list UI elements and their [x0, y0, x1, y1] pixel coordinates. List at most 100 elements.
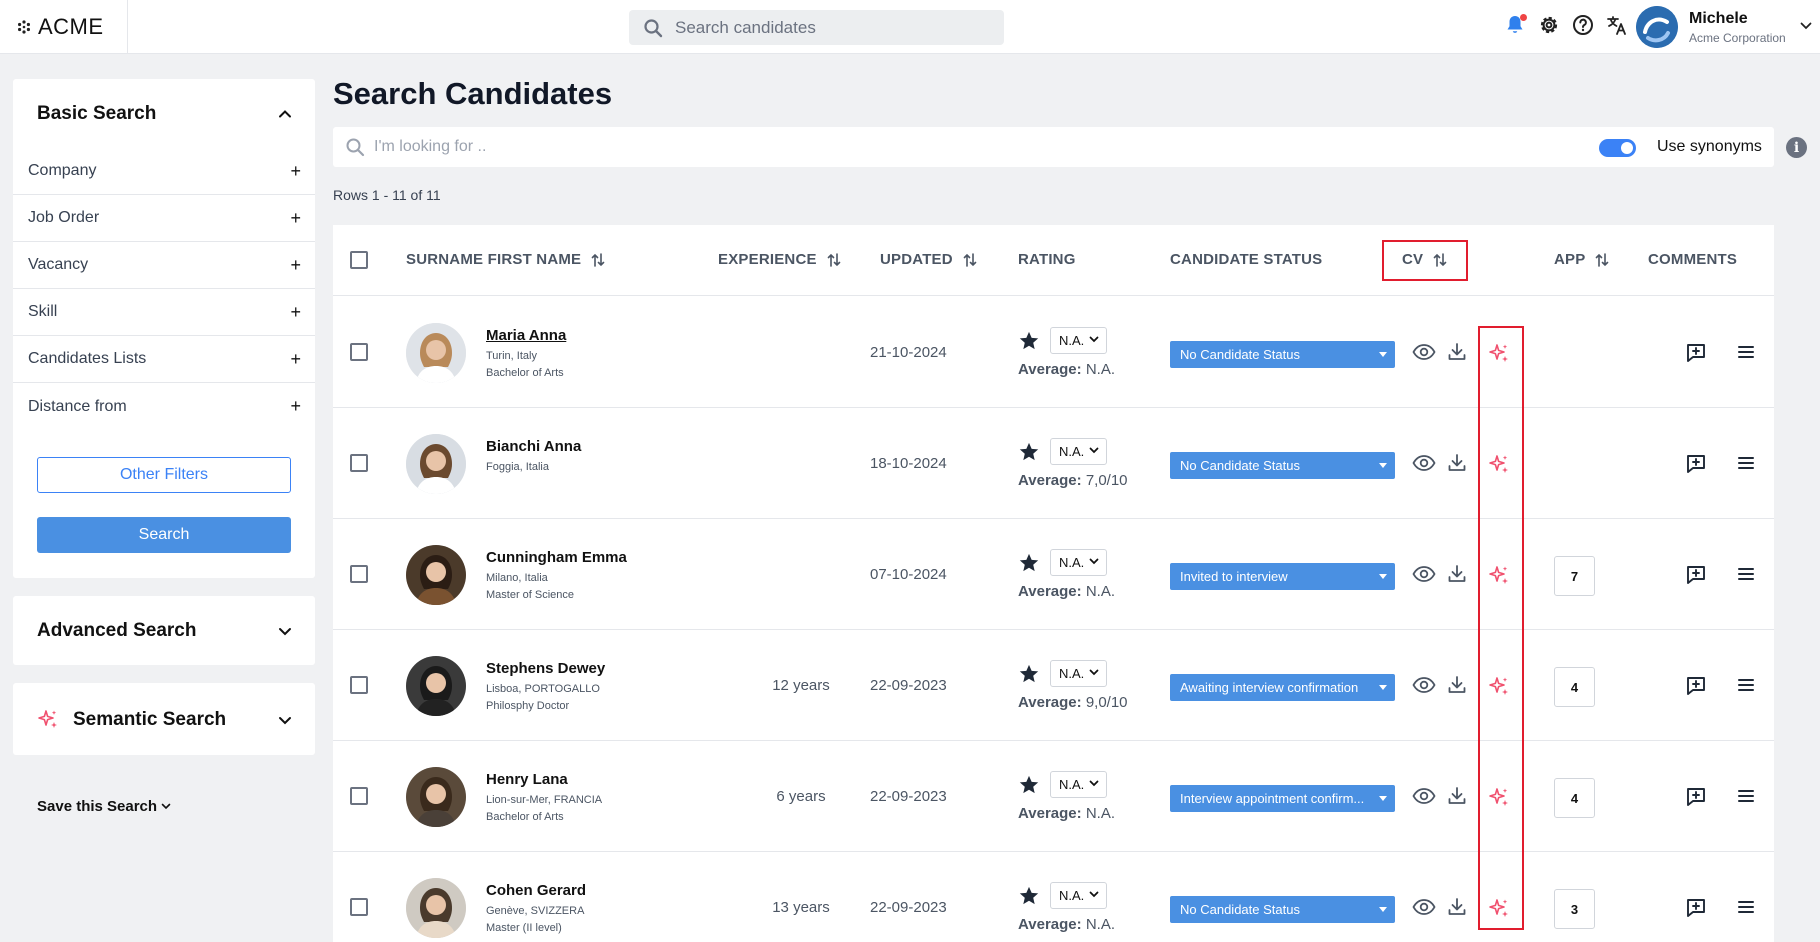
candidate-status-select[interactable]: Invited to interview [1170, 563, 1395, 590]
sparkle-icon[interactable] [1487, 342, 1511, 366]
main-search-input[interactable]: I'm looking for .. [374, 138, 486, 156]
table-row[interactable]: Maria Anna Turin, Italy Bachelor of Arts… [333, 297, 1774, 408]
chevron-up-icon[interactable] [278, 109, 292, 118]
table-row[interactable]: Cunningham Emma Milano, Italia Master of… [333, 519, 1774, 630]
add-comment-icon[interactable] [1685, 342, 1707, 364]
row-checkbox[interactable] [350, 676, 368, 694]
eye-icon[interactable] [1412, 898, 1436, 916]
other-filters-button[interactable]: Other Filters [37, 457, 291, 493]
candidate-status-select[interactable]: Interview appointment confirm... [1170, 785, 1395, 812]
plus-icon[interactable]: + [290, 349, 301, 370]
table-row[interactable]: Stephens Dewey Lisboa, PORTOGALLO Philos… [333, 630, 1774, 741]
sort-icon[interactable] [1595, 252, 1609, 268]
star-icon[interactable] [1018, 885, 1040, 907]
sort-icon[interactable] [827, 252, 841, 268]
sparkle-icon[interactable] [1487, 897, 1511, 921]
star-icon[interactable] [1018, 552, 1040, 574]
eye-icon[interactable] [1412, 454, 1436, 472]
app-count-badge[interactable]: 3 [1554, 889, 1595, 929]
eye-icon[interactable] [1412, 787, 1436, 805]
table-row[interactable]: Henry Lana Lion-sur-Mer, FRANCIA Bachelo… [333, 741, 1774, 852]
sort-icon[interactable] [963, 252, 977, 268]
download-icon[interactable] [1447, 675, 1467, 695]
candidate-status-select[interactable]: No Candidate Status [1170, 452, 1395, 479]
filter-vacancy[interactable]: Vacancy + [13, 242, 315, 289]
eye-icon[interactable] [1412, 676, 1436, 694]
gear-icon[interactable] [1537, 13, 1561, 37]
header-name[interactable]: SURNAME FIRST NAME [406, 251, 605, 268]
candidate-name[interactable]: Cunningham Emma [486, 549, 627, 566]
row-checkbox[interactable] [350, 787, 368, 805]
menu-icon[interactable] [1738, 456, 1754, 470]
chevron-down-icon[interactable] [278, 716, 292, 725]
app-count-badge[interactable]: 4 [1554, 667, 1595, 707]
rating-select[interactable]: N.A. [1050, 660, 1107, 687]
candidate-name[interactable]: Stephens Dewey [486, 660, 605, 677]
candidate-name[interactable]: Bianchi Anna [486, 438, 581, 455]
filter-job-order[interactable]: Job Order + [13, 195, 315, 242]
eye-icon[interactable] [1412, 343, 1436, 361]
plus-icon[interactable]: + [290, 255, 301, 276]
rating-select[interactable]: N.A. [1050, 549, 1107, 576]
download-icon[interactable] [1447, 564, 1467, 584]
semantic-search-panel[interactable]: Semantic Search [13, 683, 315, 755]
plus-icon[interactable]: + [290, 302, 301, 323]
menu-icon[interactable] [1738, 567, 1754, 581]
candidate-name[interactable]: Maria Anna [486, 327, 566, 344]
synonyms-toggle[interactable] [1599, 139, 1636, 157]
menu-icon[interactable] [1738, 789, 1754, 803]
menu-icon[interactable] [1738, 345, 1754, 359]
rating-select[interactable]: N.A. [1050, 327, 1107, 354]
top-search-input[interactable] [675, 17, 975, 38]
help-icon[interactable] [1571, 13, 1595, 37]
save-search-link[interactable]: Save this Search [37, 798, 171, 815]
chevron-down-icon[interactable] [1800, 22, 1812, 30]
bell-icon[interactable] [1503, 13, 1527, 37]
top-search-box[interactable] [629, 10, 1004, 45]
download-icon[interactable] [1447, 342, 1467, 362]
chevron-down-icon[interactable] [278, 627, 292, 636]
sparkle-icon[interactable] [1487, 675, 1511, 699]
sparkle-icon[interactable] [1487, 564, 1511, 588]
sparkle-icon[interactable] [1487, 786, 1511, 810]
menu-icon[interactable] [1738, 900, 1754, 914]
add-comment-icon[interactable] [1685, 453, 1707, 475]
download-icon[interactable] [1447, 786, 1467, 806]
download-icon[interactable] [1447, 453, 1467, 473]
advanced-search-panel[interactable]: Advanced Search [13, 596, 315, 665]
add-comment-icon[interactable] [1685, 675, 1707, 697]
star-icon[interactable] [1018, 774, 1040, 796]
download-icon[interactable] [1447, 897, 1467, 917]
basic-search-title[interactable]: Basic Search [37, 103, 156, 125]
candidate-name[interactable]: Henry Lana [486, 771, 568, 788]
add-comment-icon[interactable] [1685, 564, 1707, 586]
app-count-badge[interactable]: 4 [1554, 778, 1595, 818]
rating-select[interactable]: N.A. [1050, 771, 1107, 798]
row-checkbox[interactable] [350, 565, 368, 583]
star-icon[interactable] [1018, 330, 1040, 352]
rating-select[interactable]: N.A. [1050, 438, 1107, 465]
candidate-name[interactable]: Cohen Gerard [486, 882, 586, 899]
add-comment-icon[interactable] [1685, 786, 1707, 808]
translate-icon[interactable] [1605, 13, 1629, 37]
menu-icon[interactable] [1738, 678, 1754, 692]
star-icon[interactable] [1018, 663, 1040, 685]
main-search-bar[interactable]: I'm looking for .. Use synonyms [333, 127, 1774, 167]
header-experience[interactable]: EXPERIENCE [718, 251, 841, 268]
candidate-status-select[interactable]: No Candidate Status [1170, 896, 1395, 923]
row-checkbox[interactable] [350, 454, 368, 472]
info-icon[interactable]: i [1786, 137, 1807, 158]
user-avatar[interactable] [1636, 6, 1678, 48]
sparkle-icon[interactable] [1487, 453, 1511, 477]
filter-skill[interactable]: Skill + [13, 289, 315, 336]
filter-distance-from[interactable]: Distance from + [13, 383, 315, 430]
filter-company[interactable]: Company + [13, 148, 315, 195]
header-app[interactable]: APP [1554, 251, 1609, 268]
candidate-status-select[interactable]: Awaiting interview confirmation [1170, 674, 1395, 701]
row-checkbox[interactable] [350, 898, 368, 916]
eye-icon[interactable] [1412, 565, 1436, 583]
select-all-checkbox[interactable] [350, 251, 368, 269]
star-icon[interactable] [1018, 441, 1040, 463]
table-row[interactable]: Bianchi Anna Foggia, Italia 18-10-2024 N… [333, 408, 1774, 519]
plus-icon[interactable]: + [290, 396, 301, 417]
